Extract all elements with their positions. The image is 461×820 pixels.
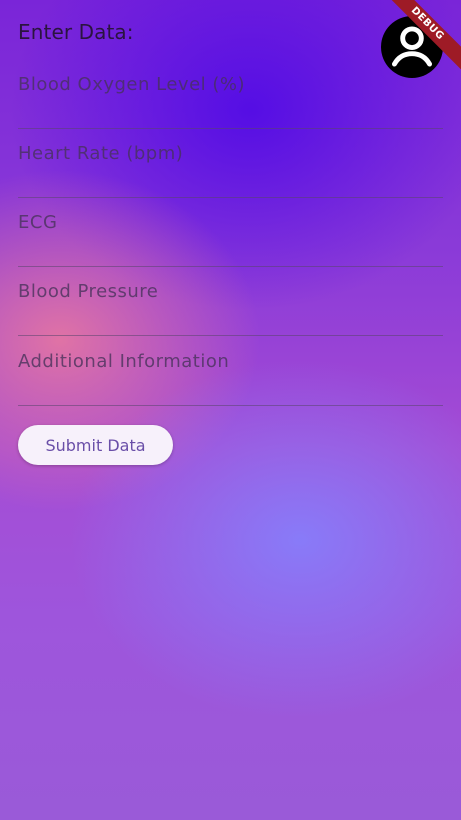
form-heading: Enter Data: xyxy=(18,20,134,44)
blood-oxygen-input[interactable] xyxy=(18,70,438,98)
heart-rate-input[interactable] xyxy=(18,139,438,167)
additional-information-field[interactable] xyxy=(18,337,443,406)
ecg-field[interactable] xyxy=(18,198,443,267)
submit-data-button[interactable]: Submit Data xyxy=(18,425,173,465)
debug-banner: DEBUG xyxy=(381,0,461,73)
blood-pressure-field[interactable] xyxy=(18,267,443,336)
ecg-input[interactable] xyxy=(18,208,438,236)
heart-rate-field[interactable] xyxy=(18,129,443,198)
additional-information-input[interactable] xyxy=(18,347,438,375)
blood-oxygen-field[interactable] xyxy=(18,60,443,129)
blood-pressure-input[interactable] xyxy=(18,277,438,305)
debug-banner-corner: DEBUG xyxy=(381,0,461,80)
app-screen: Enter Data: Submit Data DEBUG xyxy=(0,0,461,820)
